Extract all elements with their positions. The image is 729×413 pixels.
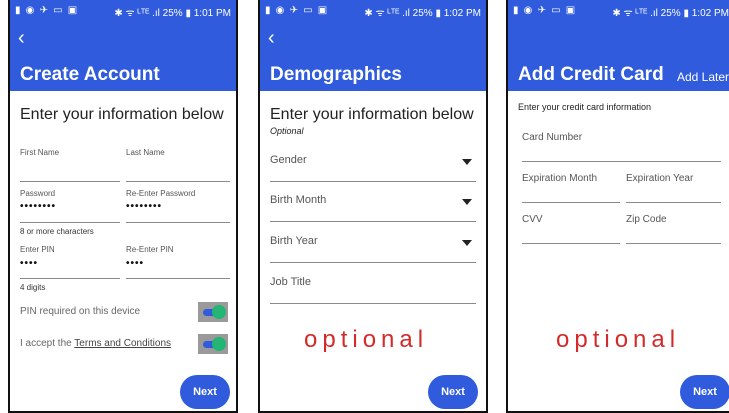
reenter-pin-field[interactable]: Re-Enter PIN •••• (126, 243, 230, 279)
pin-required-label: PIN required on this device (20, 306, 141, 317)
pin-label: Enter PIN (20, 245, 55, 254)
next-button[interactable]: Next (180, 375, 230, 409)
pin-required-row: PIN required on this device (20, 302, 228, 322)
chevron-down-icon (462, 159, 472, 165)
expiration-year-label: Expiration Year (626, 173, 694, 184)
birth-month-label: Birth Month (270, 194, 327, 206)
page-title: Demographics (270, 64, 402, 85)
password-value: •••••••• (20, 201, 57, 212)
status-bar: ▮ ◉ ✈ ▭ ▣ ✱ ᯤ ᴸᵀᴱ .ıl 25% ▮ 1:02 PM (508, 0, 729, 22)
reenter-password-field[interactable]: Re-Enter Password •••••••• (126, 187, 230, 223)
reenter-pin-value: •••• (126, 258, 145, 269)
optional-overlay: optional (304, 326, 429, 353)
status-icons: ▮ ◉ ✈ ▭ ▣ (265, 5, 329, 16)
password-hint: 8 or more characters (20, 227, 94, 236)
form-heading: Enter your information below (20, 106, 224, 123)
terms-label: I accept the Terms and Conditions (20, 338, 171, 349)
first-name-label: First Name (20, 148, 60, 157)
add-credit-card-screen: ▮ ◉ ✈ ▭ ▣ ✱ ᯤ ᴸᵀᴱ .ıl 25% ▮ 1:02 PM Add … (506, 0, 729, 413)
optional-subheading: Optional (270, 126, 304, 136)
status-bar: ▮ ◉ ✈ ▭ ▣ ✱ ᯤ ᴸᵀᴱ .ıl 25% ▮ 1:02 PM (260, 0, 486, 22)
back-icon[interactable]: ‹ (18, 28, 25, 48)
terms-prefix: I accept the (20, 338, 75, 349)
add-later-button[interactable]: Add Later (677, 70, 729, 84)
birth-year-label: Birth Year (270, 235, 318, 247)
status-right: ✱ ᯤ ᴸᵀᴱ .ıl 25% ▮ 1:01 PM (114, 8, 231, 19)
birth-year-select[interactable]: Birth Year (270, 227, 476, 263)
next-button[interactable]: Next (680, 375, 729, 409)
page-title: Create Account (20, 64, 160, 85)
last-name-label: Last Name (126, 148, 165, 157)
app-bar: ▮ ◉ ✈ ▭ ▣ ✱ ᯤ ᴸᵀᴱ .ıl 25% ▮ 1:02 PM Add … (508, 0, 729, 91)
toggle-knob (212, 305, 226, 319)
app-bar: ▮ ◉ ✈ ▭ ▣ ✱ ᯤ ᴸᵀᴱ .ıl 25% ▮ 1:01 PM ‹ Cr… (10, 0, 236, 91)
status-icons: ▮ ◉ ✈ ▭ ▣ (15, 5, 79, 16)
zip-code-label: Zip Code (626, 214, 667, 225)
form-heading: Enter your information below (270, 106, 474, 123)
form-heading: Enter your credit card information (518, 102, 652, 112)
cvv-field[interactable]: CVV (522, 208, 620, 244)
back-icon[interactable]: ‹ (268, 28, 275, 48)
status-right: ✱ ᯤ ᴸᵀᴱ .ıl 25% ▮ 1:02 PM (364, 8, 481, 19)
job-title-label: Job Title (270, 276, 311, 288)
expiration-month-field[interactable]: Expiration Month (522, 167, 620, 203)
reenter-password-label: Re-Enter Password (126, 189, 196, 198)
status-icons: ▮ ◉ ✈ ▭ ▣ (513, 5, 577, 16)
first-name-field[interactable]: First Name (20, 146, 120, 182)
job-title-field[interactable]: Job Title (270, 268, 476, 304)
terms-link[interactable]: Terms and Conditions (74, 338, 171, 349)
expiration-month-label: Expiration Month (522, 173, 598, 184)
pin-field[interactable]: Enter PIN •••• (20, 243, 120, 279)
status-right: ✱ ᯤ ᴸᵀᴱ .ıl 25% ▮ 1:02 PM (612, 8, 729, 19)
chevron-down-icon (462, 240, 472, 246)
gender-select[interactable]: Gender (270, 146, 476, 182)
page-title: Add Credit Card (518, 64, 664, 85)
card-number-label: Card Number (522, 132, 583, 143)
status-bar: ▮ ◉ ✈ ▭ ▣ ✱ ᯤ ᴸᵀᴱ .ıl 25% ▮ 1:01 PM (10, 0, 236, 22)
last-name-field[interactable]: Last Name (126, 146, 230, 182)
password-field[interactable]: Password •••••••• (20, 187, 120, 223)
chevron-down-icon (462, 199, 472, 205)
toggle-knob (212, 337, 226, 351)
password-label: Password (20, 189, 56, 198)
create-account-screen: ▮ ◉ ✈ ▭ ▣ ✱ ᯤ ᴸᵀᴱ .ıl 25% ▮ 1:01 PM ‹ Cr… (8, 0, 238, 413)
terms-toggle[interactable] (198, 334, 228, 354)
pin-hint: 4 digits (20, 283, 46, 292)
card-number-field[interactable]: Card Number (522, 126, 721, 162)
cvv-label: CVV (522, 214, 543, 225)
app-bar: ▮ ◉ ✈ ▭ ▣ ✱ ᯤ ᴸᵀᴱ .ıl 25% ▮ 1:02 PM ‹ De… (260, 0, 486, 91)
reenter-password-value: •••••••• (126, 201, 163, 212)
gender-label: Gender (270, 154, 307, 166)
pin-value: •••• (20, 258, 39, 269)
pin-required-toggle[interactable] (198, 302, 228, 322)
optional-overlay: optional (556, 326, 681, 353)
expiration-year-field[interactable]: Expiration Year (626, 167, 721, 203)
next-button[interactable]: Next (428, 375, 478, 409)
terms-row: I accept the Terms and Conditions (20, 334, 228, 354)
birth-month-select[interactable]: Birth Month (270, 186, 476, 222)
reenter-pin-label: Re-Enter PIN (126, 245, 174, 254)
demographics-screen: ▮ ◉ ✈ ▭ ▣ ✱ ᯤ ᴸᵀᴱ .ıl 25% ▮ 1:02 PM ‹ De… (258, 0, 488, 413)
zip-code-field[interactable]: Zip Code (626, 208, 721, 244)
